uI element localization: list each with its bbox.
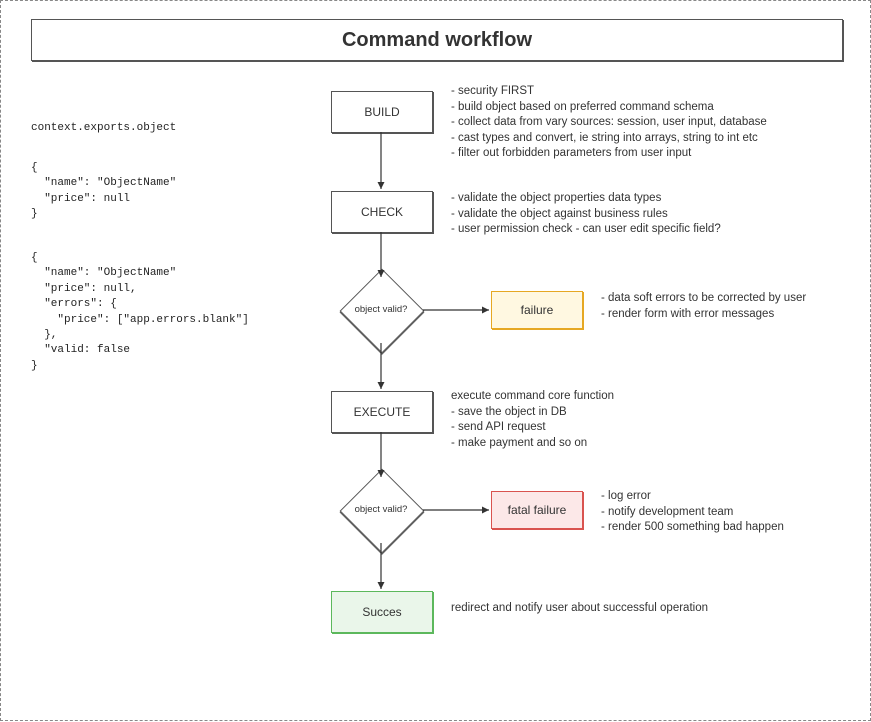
decision-label-1: object valid? <box>341 304 421 315</box>
notes-failure: - data soft errors to be corrected by us… <box>601 291 851 322</box>
decision-label-2: object valid? <box>341 504 421 515</box>
code-object-initial: { "name": "ObjectName" "price": null } <box>31 161 176 223</box>
node-build: BUILD <box>331 91 433 133</box>
diagram-title: Command workflow <box>31 19 843 61</box>
notes-success: redirect and notify user about successfu… <box>451 601 801 617</box>
node-execute: EXECUTE <box>331 391 433 433</box>
node-check: CHECK <box>331 191 433 233</box>
notes-check: - validate the object properties data ty… <box>451 191 831 238</box>
node-failure: failure <box>491 291 583 329</box>
node-success: Succes <box>331 591 433 633</box>
notes-fatal: - log error - notify development team - … <box>601 489 851 536</box>
code-context-path: context.exports.object <box>31 121 176 136</box>
diagram-canvas: Command workflow context.exports.object … <box>0 0 871 721</box>
code-object-with-errors: { "name": "ObjectName" "price": null, "e… <box>31 251 249 374</box>
node-fatal-failure: fatal failure <box>491 491 583 529</box>
notes-execute: execute command core function - save the… <box>451 389 801 451</box>
notes-build: - security FIRST - build object based on… <box>451 84 851 162</box>
